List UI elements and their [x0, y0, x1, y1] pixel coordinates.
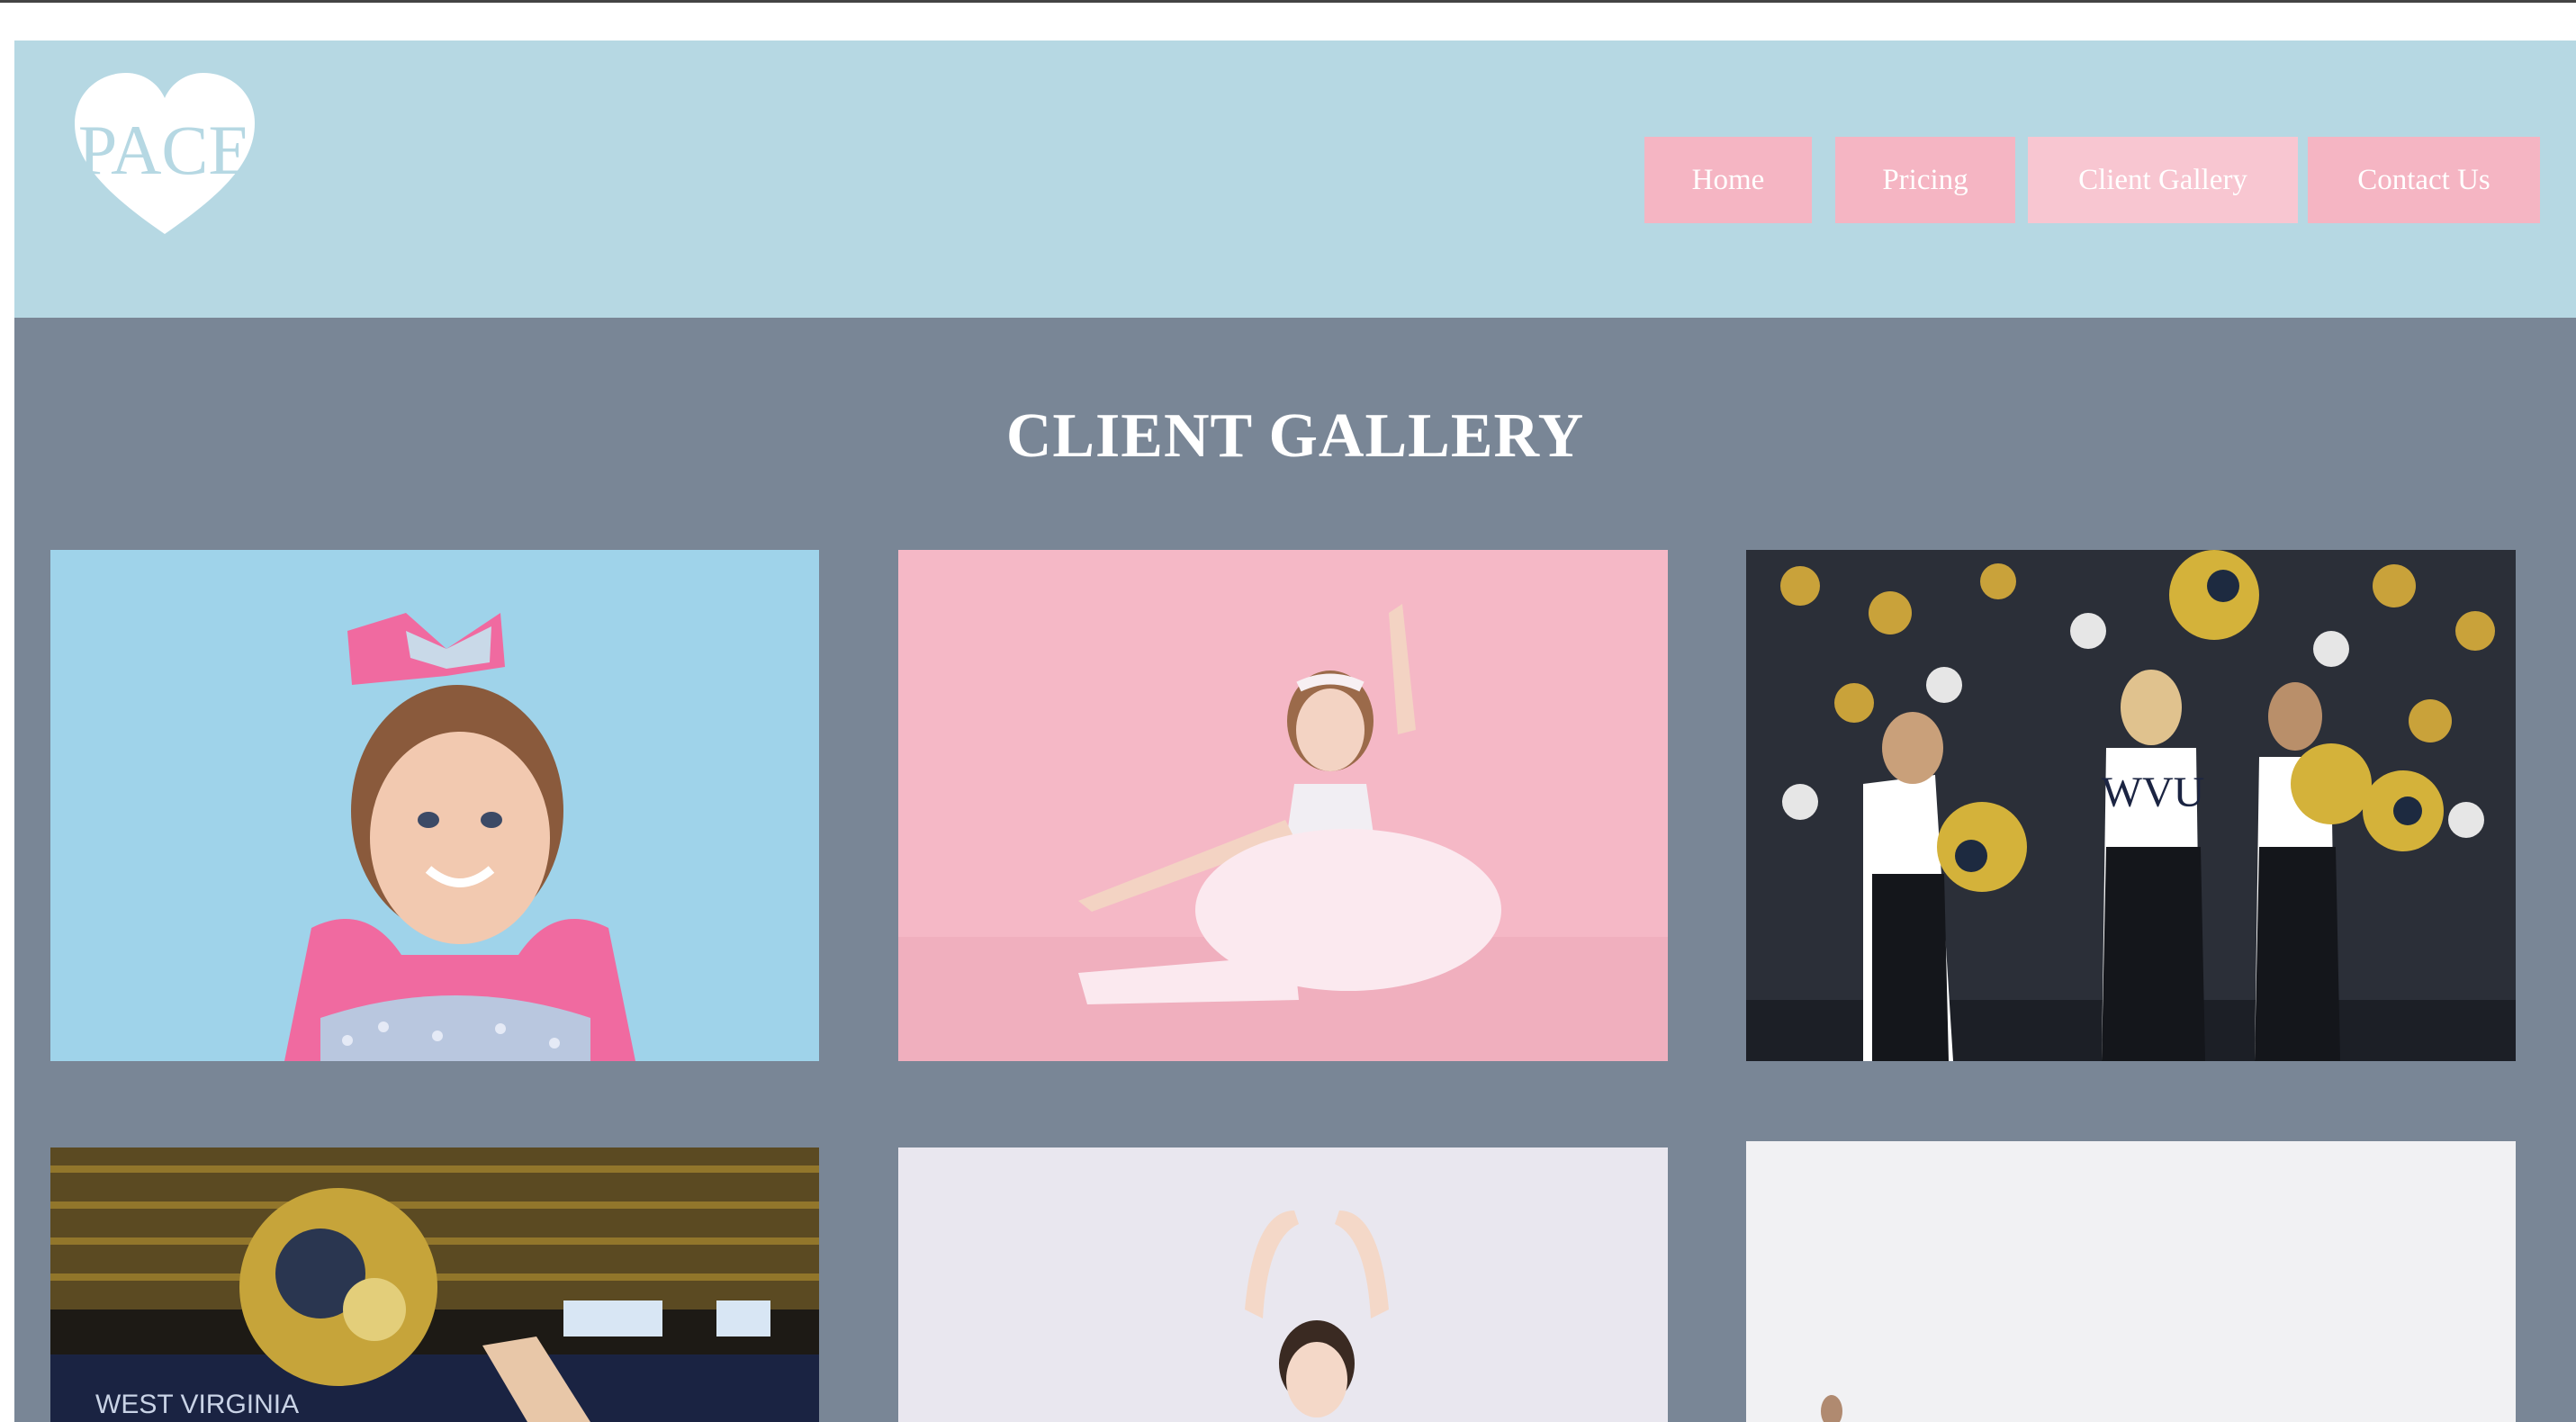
nav-client-gallery-button[interactable]: Client Gallery: [2028, 137, 2298, 223]
gallery-photo-ballerina-pink[interactable]: [898, 550, 1668, 1061]
gallery-photo-wvu-cheerleaders[interactable]: WVU: [1746, 550, 2516, 1061]
window-top-border: [0, 0, 2576, 3]
left-margin: [0, 3, 14, 1422]
gallery-photo-cheerleader-pompom[interactable]: WEST VIRGINIA: [50, 1148, 819, 1422]
nav-home-button[interactable]: Home: [1644, 137, 1812, 223]
page-title: CLIENT GALLERY: [1005, 401, 1585, 471]
gallery-photo-ballerina-arms-up[interactable]: [898, 1148, 1668, 1422]
svg-text:WVU: WVU: [2102, 769, 2205, 816]
logo-text: PACE: [78, 111, 251, 189]
site-header: PACE Home Pricing Client Gallery Contact…: [14, 40, 2576, 318]
gallery-photo-dancer-white[interactable]: [1746, 1141, 2516, 1422]
gallery-section: CLIENT GALLERY WVU WEST VIRGINIA: [14, 318, 2576, 1422]
nav-pricing-button[interactable]: Pricing: [1835, 137, 2015, 223]
nav-contact-us-button[interactable]: Contact Us: [2308, 137, 2540, 223]
heart-logo-icon[interactable]: PACE: [70, 68, 259, 238]
svg-text:WEST VIRGINIA: WEST VIRGINIA: [95, 1390, 299, 1419]
gallery-photo-girl-pink-bow[interactable]: [50, 550, 819, 1061]
